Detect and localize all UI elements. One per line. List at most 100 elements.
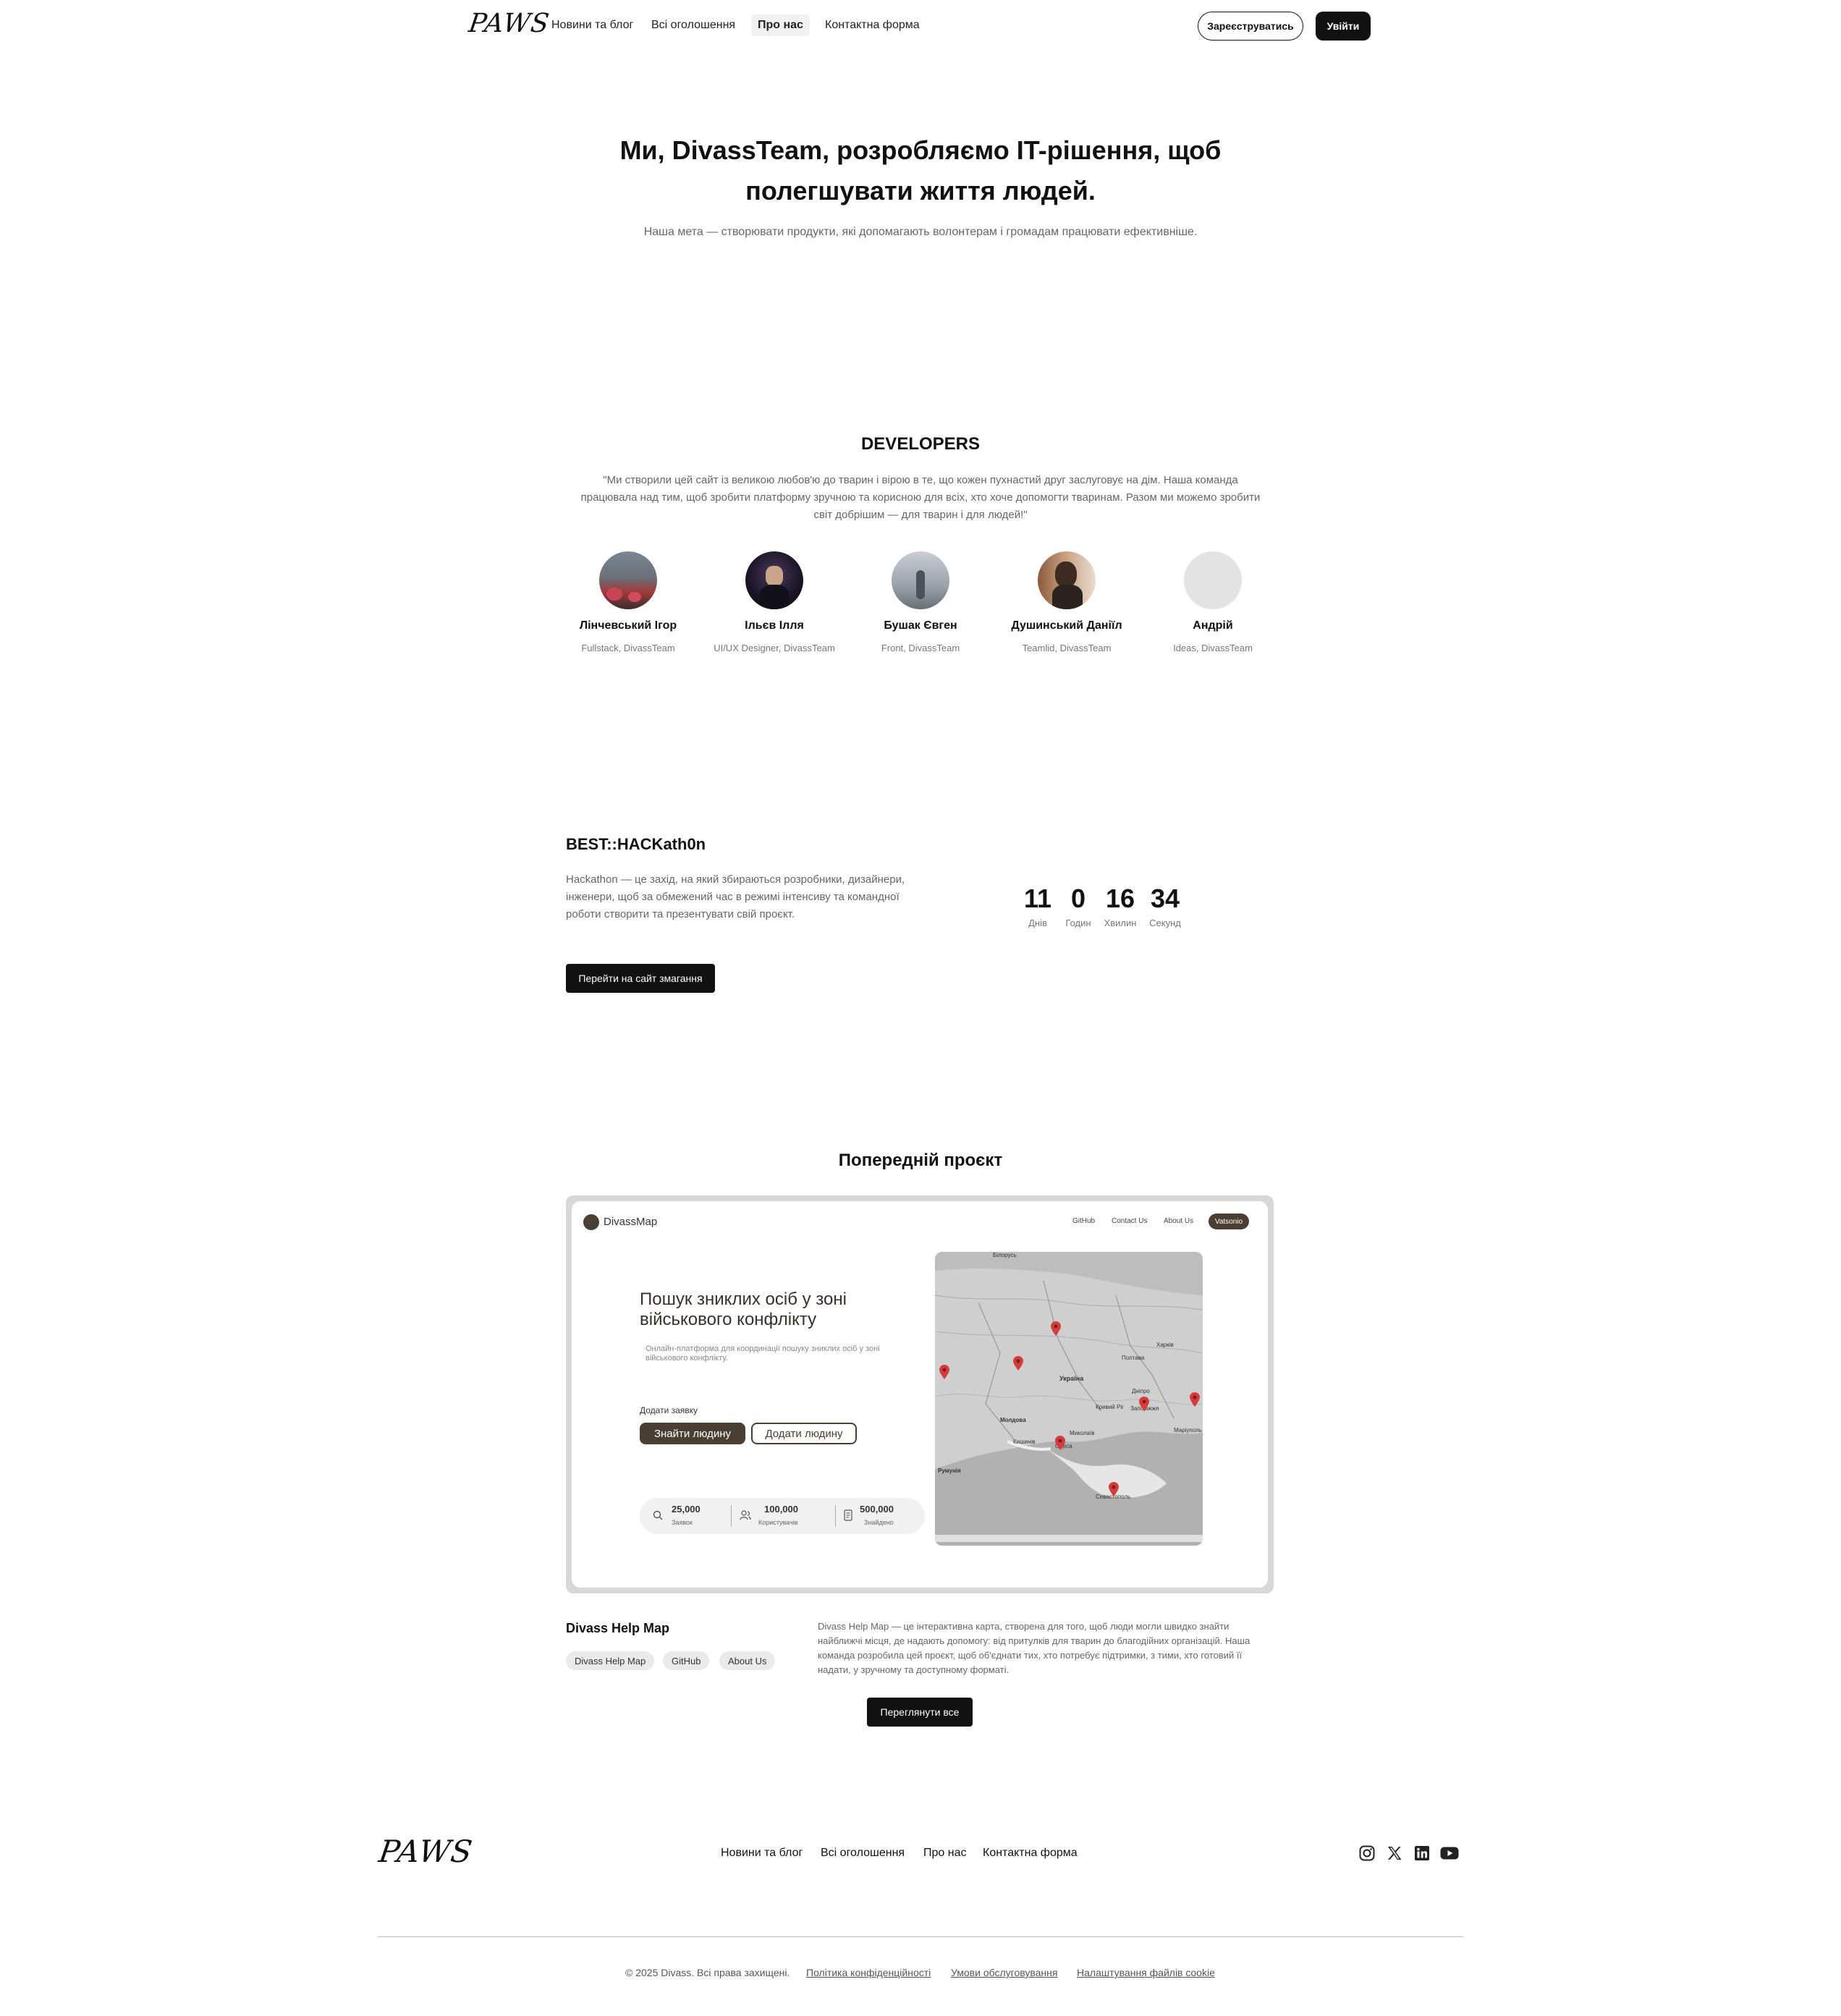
project-screenshot[interactable]: DivassMap GitHub Contact Us About Us Vat… bbox=[566, 1195, 1274, 1593]
avatar bbox=[745, 551, 803, 609]
nav-listings[interactable]: Всі оголошення bbox=[651, 19, 735, 32]
divassmap-title: Пошук зниклих осіб у зоні військового ко… bbox=[640, 1289, 847, 1329]
developer-card: Лінчевський Ігор Fullstack, DivassTeam bbox=[567, 551, 690, 656]
developer-card: Ільєв Ілля UI/UX Designer, DivassTeam bbox=[713, 551, 836, 656]
developer-name: Бушак Євген bbox=[884, 619, 957, 632]
tag-about-us[interactable]: About Us bbox=[719, 1651, 776, 1670]
map-pin-icon bbox=[939, 1365, 949, 1379]
nav-about[interactable]: Про нас bbox=[751, 14, 810, 36]
map-pin-icon bbox=[1190, 1392, 1200, 1407]
privacy-policy-link[interactable]: Політика конфіденційності bbox=[806, 1967, 931, 1978]
stat-users: 100,000 Користувачів bbox=[758, 1504, 798, 1526]
developer-name: Андрій bbox=[1193, 619, 1233, 632]
previous-project-title: Попередній проєкт bbox=[838, 1151, 1003, 1170]
tag-divass-help-map[interactable]: Divass Help Map bbox=[566, 1651, 655, 1670]
countdown-label: Годин bbox=[1065, 918, 1091, 928]
instagram-icon[interactable] bbox=[1358, 1844, 1376, 1863]
nav-contact[interactable]: Контактна форма bbox=[825, 19, 920, 32]
nav-news[interactable]: Новини та блог bbox=[551, 19, 633, 32]
divassmap-logo: DivassMap bbox=[604, 1216, 658, 1228]
hero-title: Ми, DivassTeam, розробляємо IT-рішення, … bbox=[619, 135, 1222, 206]
divassmap-map: Білорусь Україна Молдова Румунія Харків … bbox=[935, 1252, 1203, 1546]
developers-quote: "Ми створили цей сайт із великою любов'ю… bbox=[580, 474, 1261, 521]
footer-logo[interactable]: PAWS bbox=[377, 1834, 475, 1869]
login-button[interactable]: Увійти bbox=[1316, 12, 1371, 41]
register-button[interactable]: Зареєструватись bbox=[1198, 12, 1303, 41]
developer-role: Teamlid, DivassTeam bbox=[1022, 643, 1112, 653]
countdown-label: Хвилин bbox=[1104, 918, 1137, 928]
countdown-value: 11 bbox=[1023, 884, 1052, 913]
footer-nav-news[interactable]: Новини та блог bbox=[721, 1847, 803, 1860]
footer-nav-about[interactable]: Про нас bbox=[923, 1847, 966, 1860]
stat-found: 500,000 Знайдено bbox=[860, 1504, 894, 1526]
linkedin-icon[interactable] bbox=[1413, 1844, 1431, 1863]
x-icon[interactable] bbox=[1385, 1844, 1404, 1863]
developer-name: Душинський Даніїл bbox=[1011, 619, 1122, 632]
map-pin-icon bbox=[1013, 1356, 1023, 1371]
avatar bbox=[892, 551, 949, 609]
terms-of-service-link[interactable]: Умови обслуговування bbox=[951, 1967, 1057, 1978]
developer-card: Андрій Ideas, DivassTeam bbox=[1151, 551, 1274, 656]
map-label: Румунія bbox=[938, 1467, 961, 1474]
developers-title: DEVELOPERS bbox=[860, 434, 981, 454]
developer-name: Ільєв Ілля bbox=[745, 619, 804, 632]
map-label: Кривий Ріг bbox=[1096, 1404, 1125, 1410]
divassmap-nav-contact: Contact Us bbox=[1112, 1217, 1148, 1225]
hero-subtitle: Наша мета — створювати продукти, які доп… bbox=[643, 226, 1198, 238]
hackathon-site-button[interactable]: Перейти на сайт змагання bbox=[566, 964, 715, 993]
countdown-label: Днів bbox=[1028, 918, 1047, 928]
users-icon bbox=[740, 1510, 751, 1520]
site-logo[interactable]: PAWS bbox=[467, 9, 551, 38]
divassmap-subtitle: Онлайн-платформа для координації пошуку … bbox=[646, 1344, 880, 1363]
map-label: Білорусь bbox=[993, 1252, 1017, 1258]
footer-divider bbox=[378, 1936, 1463, 1937]
divassmap-logo-icon bbox=[583, 1214, 599, 1230]
map-graphic bbox=[935, 1252, 1203, 1546]
countdown-value: 16 bbox=[1105, 884, 1135, 913]
divassmap-nav-github: GitHub bbox=[1072, 1217, 1096, 1225]
search-icon bbox=[653, 1510, 663, 1520]
developer-role: UI/UX Designer, DivassTeam bbox=[714, 643, 835, 653]
hackathon-title: BEST::HACKath0n bbox=[566, 835, 706, 853]
divassmap-user-pill: Vatsonio bbox=[1209, 1214, 1249, 1229]
developer-card: Бушак Євген Front, DivassTeam bbox=[859, 551, 982, 656]
project-screenshot-canvas: DivassMap GitHub Contact Us About Us Vat… bbox=[572, 1201, 1268, 1588]
divassmap-stats: 25,000 Заявок 100,000 Користувачів 500,0… bbox=[640, 1498, 925, 1534]
avatar bbox=[1184, 551, 1242, 609]
project-name: Divass Help Map bbox=[566, 1621, 670, 1635]
divassmap-find-button: Знайти людину bbox=[640, 1423, 745, 1444]
map-pin-icon bbox=[1109, 1482, 1119, 1496]
map-label: Дніпро bbox=[1132, 1388, 1150, 1394]
project-description: Divass Help Map — це інтерактивна карта,… bbox=[818, 1621, 1250, 1675]
countdown-value: 34 bbox=[1150, 884, 1180, 913]
document-icon bbox=[844, 1509, 852, 1521]
youtube-icon[interactable] bbox=[1440, 1844, 1459, 1863]
map-pin-icon bbox=[1051, 1321, 1061, 1336]
developer-card: Душинський Даніїл Teamlid, DivassTeam bbox=[1005, 551, 1128, 656]
view-all-button[interactable]: Переглянути все bbox=[867, 1698, 973, 1727]
map-label: Україна bbox=[1059, 1375, 1084, 1382]
countdown-seconds: 34 Секунд bbox=[1145, 884, 1185, 929]
map-pin-icon bbox=[1139, 1397, 1149, 1411]
map-pin-icon bbox=[1055, 1436, 1065, 1450]
divassmap-nav-about: About Us bbox=[1164, 1217, 1194, 1225]
stat-requests: 25,000 Заявок bbox=[672, 1504, 701, 1526]
developer-role: Ideas, DivassTeam bbox=[1173, 643, 1253, 653]
footer-nav-listings[interactable]: Всі оголошення bbox=[821, 1847, 905, 1860]
developer-role: Front, DivassTeam bbox=[881, 643, 960, 653]
map-label: Кишинів bbox=[1013, 1439, 1036, 1445]
countdown-label: Секунд bbox=[1149, 918, 1181, 928]
developer-role: Fullstack, DivassTeam bbox=[581, 643, 675, 653]
hackathon-text: Hackathon — це захід, на який збираються… bbox=[566, 873, 905, 920]
countdown-value: 0 bbox=[1070, 884, 1086, 913]
map-label: Маріуполь bbox=[1174, 1427, 1202, 1433]
countdown-hours: 0 Годин bbox=[1061, 884, 1096, 929]
countdown-days: 11 Днів bbox=[1020, 884, 1055, 929]
cookie-settings-link[interactable]: Налаштування файлів cookie bbox=[1077, 1967, 1215, 1978]
map-label: Харків bbox=[1156, 1342, 1174, 1348]
map-label: Молдова bbox=[1000, 1417, 1026, 1423]
tag-github[interactable]: GitHub bbox=[663, 1651, 710, 1670]
avatar bbox=[1038, 551, 1096, 609]
divassmap-add-button: Додати людину bbox=[751, 1423, 857, 1444]
footer-nav-contact[interactable]: Контактна форма bbox=[983, 1847, 1078, 1860]
